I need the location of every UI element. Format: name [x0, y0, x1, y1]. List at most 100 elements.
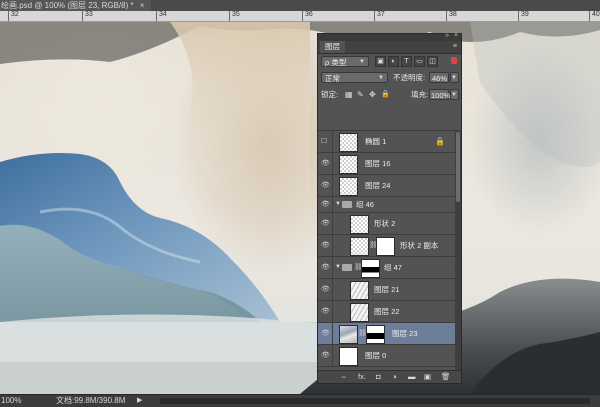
fx-icon[interactable]: fx. [358, 371, 366, 383]
layer-row[interactable]: 👁 形状 2 [318, 213, 455, 235]
adjustment-layer-icon[interactable]: ◑ [392, 371, 397, 383]
layer-mask-thumbnail[interactable] [376, 237, 395, 256]
type-filter-icon[interactable]: T [401, 56, 412, 67]
horizontal-ruler: 32 33 34 35 36 37 38 39 40 [0, 11, 600, 22]
layer-row-selected[interactable]: 👁 ⛓ 图层 23 [318, 323, 455, 345]
chevron-down-icon: ▼ [451, 75, 457, 81]
document-info: 文档:99.8M/390.8M [56, 396, 126, 405]
layer-name[interactable]: 图层 16 [365, 153, 390, 174]
adjustment-filter-icon[interactable]: ◐ [388, 56, 399, 67]
layer-thumbnail [350, 303, 369, 322]
lock-row: 锁定: ▦ ✎ ✥ 🔒 填充: 100% ▼ [318, 89, 461, 100]
folder-icon [342, 264, 352, 271]
visibility-toggle[interactable]: 👁 [318, 213, 333, 234]
close-panel-icon[interactable]: × [454, 32, 458, 39]
opacity-slider-button[interactable]: ▼ [450, 72, 459, 83]
lock-all-icon[interactable]: 🔒 [381, 89, 390, 100]
eye-icon: 👁 [321, 351, 330, 359]
layer-name[interactable]: 图层 21 [374, 279, 399, 300]
layer-thumbnail [339, 325, 358, 344]
filter-toggle[interactable] [451, 57, 457, 64]
eye-icon: 👁 [321, 241, 330, 249]
layer-row[interactable]: 👁 图层 21 [318, 279, 455, 301]
add-mask-icon[interactable]: ◘ [376, 371, 381, 383]
lock-move-icon[interactable]: ✥ [369, 89, 376, 100]
layer-name[interactable]: 形状 2 [374, 213, 395, 234]
group-row[interactable]: 👁 ▼ 组 46 [318, 197, 455, 213]
opacity-value: 46% [432, 74, 448, 83]
canvas-painting [0, 22, 600, 394]
smart-object-filter-icon[interactable]: ◫ [427, 56, 438, 67]
layer-name[interactable]: 椭圆 1 [365, 131, 386, 152]
layer-name[interactable]: 图层 22 [374, 301, 399, 322]
opacity-input[interactable]: 46% [429, 72, 449, 83]
layer-row[interactable]: 👁 图层 16 [318, 153, 455, 175]
filter-kind-dropdown[interactable]: ρ 类型 ▼ [321, 56, 369, 67]
layer-name[interactable]: 图层 0 [365, 345, 386, 366]
layer-thumbnail [339, 177, 358, 196]
chevron-down-icon: ▼ [359, 59, 365, 65]
ruler-label: 34 [156, 11, 167, 21]
document-tab[interactable]: 绘画.psd @ 100% (图层 23, RGB/8) * × [0, 0, 151, 11]
visibility-toggle[interactable]: 👁 [318, 175, 333, 196]
tab-layers[interactable]: 图层 [320, 41, 345, 53]
chevron-down-icon: ▼ [378, 75, 384, 81]
layer-mask-thumbnail[interactable] [366, 325, 385, 344]
canvas-area[interactable] [0, 22, 600, 394]
layer-row[interactable]: ☐ 椭圆 1 🔒 [318, 131, 455, 153]
group-name[interactable]: 组 46 [356, 197, 374, 212]
blend-row: 正常 ▼ 不透明度: 46% ▼ [318, 72, 461, 83]
eye-icon: 👁 [321, 263, 330, 271]
filter-kind-label: ρ 类型 [325, 58, 347, 67]
layer-row[interactable]: 👁 ⛓ 形状 2 副本 [318, 235, 455, 257]
horizontal-scrollbar[interactable] [160, 398, 590, 404]
visibility-toggle[interactable]: 👁 [318, 345, 333, 366]
panel-menu-icon[interactable]: ≡ [453, 41, 457, 53]
visibility-toggle[interactable]: 👁 [318, 235, 333, 256]
layers-scrollbar[interactable] [455, 130, 461, 372]
visibility-toggle[interactable]: 👁 [318, 279, 333, 300]
expand-triangle-icon[interactable]: ▼ [335, 201, 341, 207]
layer-thumbnail [339, 155, 358, 174]
fill-input[interactable]: 100% [429, 89, 450, 100]
collapse-panel-icon[interactable]: » [445, 32, 449, 39]
layer-row[interactable]: 👁 图层 22 [318, 301, 455, 323]
layer-name[interactable]: 形状 2 副本 [400, 235, 438, 256]
visibility-toggle[interactable]: 👁 [318, 197, 333, 212]
scrollbar-thumb[interactable] [456, 132, 460, 202]
fill-slider-button[interactable]: ▼ [450, 89, 459, 100]
visibility-toggle[interactable]: ☐ [318, 131, 333, 152]
status-menu-arrow-icon[interactable]: ▶ [137, 395, 142, 407]
zoom-level[interactable]: 100% [1, 395, 21, 407]
blend-mode-dropdown[interactable]: 正常 ▼ [321, 72, 388, 83]
layer-name[interactable]: 图层 24 [365, 175, 390, 196]
new-layer-icon[interactable]: ▣ [424, 371, 431, 383]
layer-name[interactable]: 图层 23 [392, 323, 417, 344]
close-icon[interactable]: × [140, 1, 145, 10]
eye-icon: 👁 [321, 307, 330, 315]
visibility-toggle[interactable]: 👁 [318, 301, 333, 322]
ruler-label: 32 [8, 11, 19, 21]
visibility-toggle[interactable]: 👁 [318, 323, 333, 344]
delete-layer-icon[interactable]: 🗑 [441, 371, 451, 383]
link-layers-icon[interactable]: ⇔ [340, 371, 348, 383]
lock-transparent-icon[interactable]: ▦ [345, 89, 353, 100]
group-mask-thumbnail[interactable] [361, 259, 380, 278]
visibility-toggle[interactable]: 👁 [318, 153, 333, 174]
layer-row[interactable]: 👁 图层 24 [318, 175, 455, 197]
eye-icon: 👁 [321, 159, 330, 167]
layer-thumbnail [350, 215, 369, 234]
shape-filter-icon[interactable]: ▭ [414, 56, 425, 67]
lock-paint-icon[interactable]: ✎ [357, 89, 364, 100]
layer-row[interactable]: 👁 图层 0 [318, 345, 455, 367]
pixel-filter-icon[interactable]: ▣ [375, 56, 386, 67]
new-group-icon[interactable]: ▬ [408, 371, 416, 383]
folder-icon [342, 201, 352, 208]
ruler-label: 36 [302, 11, 313, 21]
ruler-label: 33 [82, 11, 93, 21]
group-name[interactable]: 组 47 [384, 257, 402, 278]
expand-triangle-icon[interactable]: ▼ [335, 264, 341, 270]
eye-icon: 👁 [321, 181, 330, 189]
visibility-toggle[interactable]: 👁 [318, 257, 333, 278]
group-row[interactable]: 👁 ▼ ⛓ 组 47 [318, 257, 455, 279]
